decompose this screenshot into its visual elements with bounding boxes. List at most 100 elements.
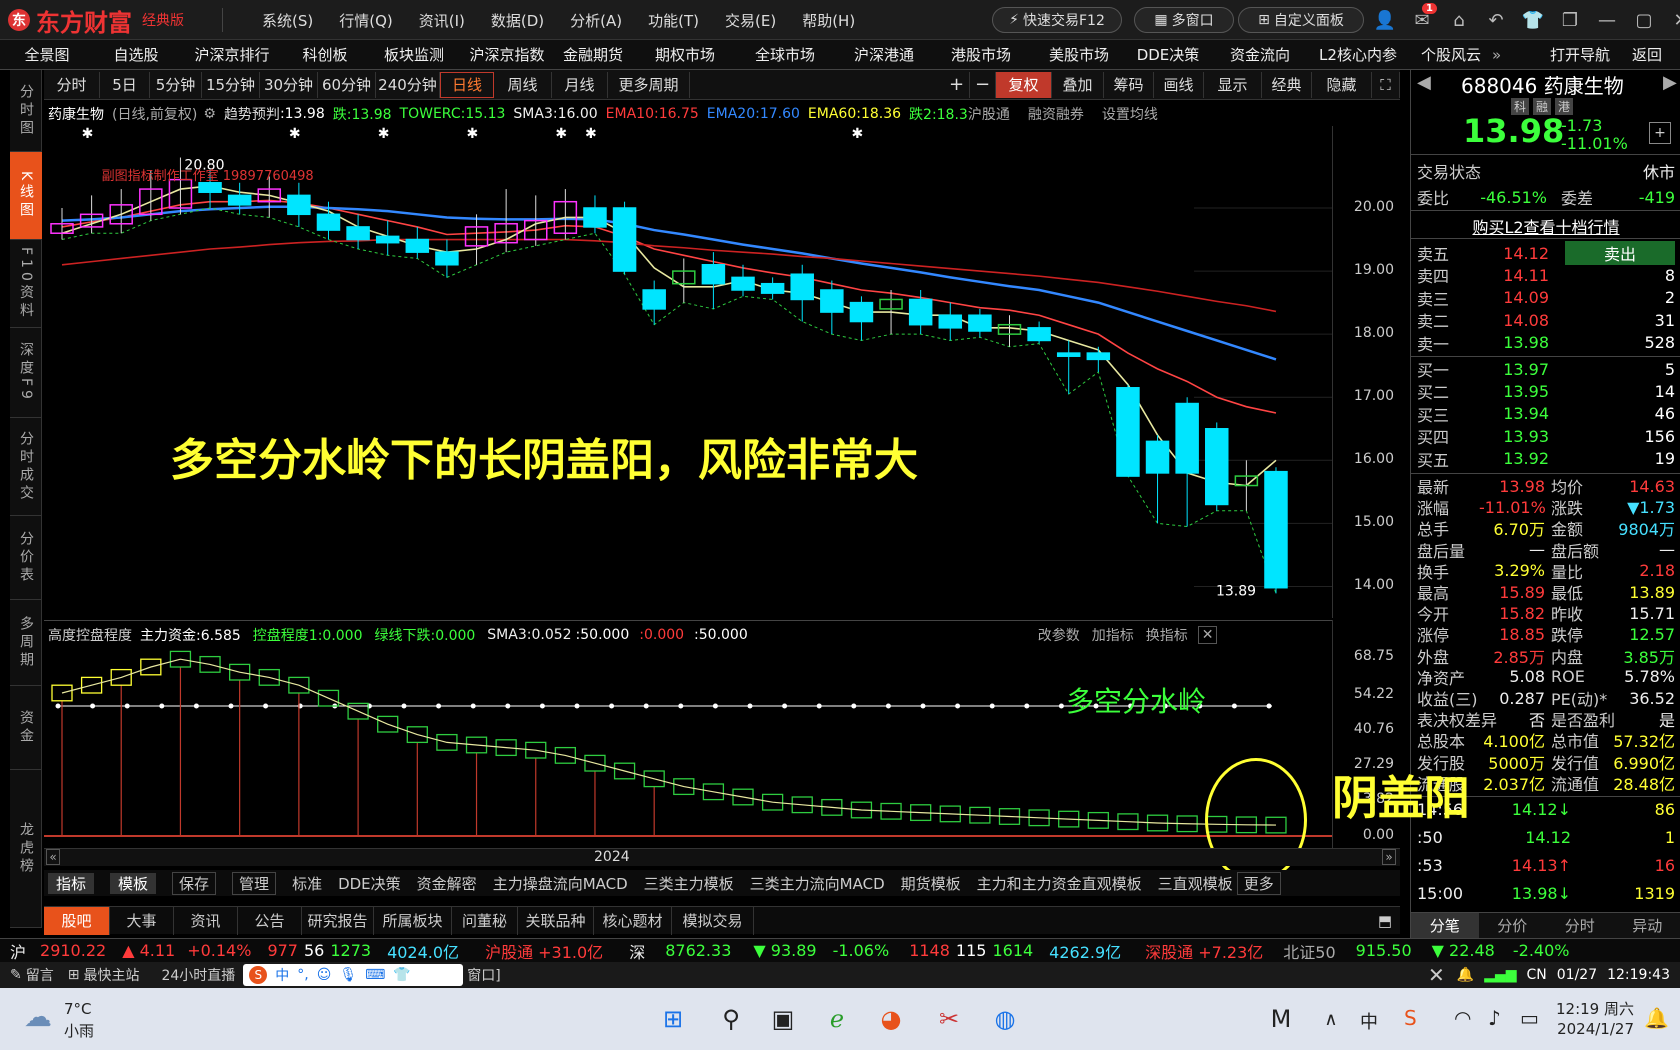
custom-panel-button[interactable]: ⊞ 自定义面板 bbox=[1238, 7, 1364, 33]
set-ma-link[interactable]: 设置均线 bbox=[1102, 104, 1158, 124]
sogou-tray-icon[interactable]: S bbox=[1404, 1006, 1417, 1030]
margin-link[interactable]: 融资融券 bbox=[1028, 104, 1084, 124]
multi-window-button[interactable]: ▦ 多窗口 bbox=[1134, 7, 1234, 33]
candle-body[interactable] bbox=[198, 182, 222, 193]
nav-item[interactable]: 沪深京指数 bbox=[464, 44, 550, 65]
candle-body[interactable] bbox=[346, 226, 370, 241]
open-nav-link[interactable]: 打开导航 bbox=[1550, 44, 1610, 65]
nav-item[interactable]: 沪深港通 bbox=[836, 44, 932, 65]
view-tab[interactable]: 分时成交 bbox=[10, 418, 42, 516]
close-icon[interactable]: ✕ bbox=[1428, 963, 1445, 987]
candle-body[interactable] bbox=[731, 276, 755, 291]
add-indicator-button[interactable]: 加指标 bbox=[1092, 625, 1134, 645]
period-tab[interactable]: 15分钟 bbox=[202, 71, 260, 98]
menu-item[interactable]: 分析(A) bbox=[570, 10, 622, 31]
quote-tab[interactable]: 分笔 bbox=[1411, 913, 1479, 938]
candle-body[interactable] bbox=[227, 194, 252, 206]
clock-date[interactable]: 2024/1/27 bbox=[1548, 1020, 1634, 1038]
undo-icon[interactable]: ↶ bbox=[1483, 7, 1509, 33]
menu-item[interactable]: 功能(T) bbox=[648, 10, 699, 31]
candle-body[interactable] bbox=[287, 194, 311, 216]
nav-item[interactable]: 期权市场 bbox=[636, 44, 734, 65]
candle-body[interactable] bbox=[583, 207, 607, 228]
browser-icon[interactable]: ℯ bbox=[818, 1000, 856, 1038]
template-tab[interactable]: 主力和主力资金直观模板 bbox=[977, 873, 1142, 894]
nav-item[interactable]: 港股市场 bbox=[932, 44, 1030, 65]
template-tab[interactable]: 三类主力模板 bbox=[644, 873, 734, 894]
eastmoney-icon[interactable]: ◕ bbox=[872, 1000, 910, 1038]
quote-tab[interactable]: 分价 bbox=[1479, 913, 1547, 938]
template-tab[interactable]: 期货模板 bbox=[901, 873, 961, 894]
nav-item[interactable]: 自选股 bbox=[94, 44, 178, 65]
home-icon[interactable]: ⌂ bbox=[1446, 7, 1472, 33]
quote-tab[interactable]: 分时 bbox=[1546, 913, 1614, 938]
candle-body[interactable] bbox=[849, 301, 874, 323]
template-tab[interactable]: 三类主力流向MACD bbox=[750, 873, 885, 894]
candle-body[interactable] bbox=[1264, 470, 1288, 589]
bottom-tab[interactable]: 所属板块 bbox=[374, 906, 452, 935]
candle-body[interactable] bbox=[612, 207, 637, 272]
candle-body[interactable] bbox=[405, 238, 430, 253]
template-tab[interactable]: 三直观模板 bbox=[1158, 873, 1233, 894]
candle-body[interactable] bbox=[642, 289, 666, 310]
candle-body[interactable] bbox=[1116, 387, 1140, 477]
battery-icon[interactable]: ▭ bbox=[1520, 1006, 1539, 1030]
template-tab[interactable]: DDE决策 bbox=[338, 873, 401, 894]
expand-icon[interactable]: ⬒ bbox=[1370, 907, 1400, 935]
template-tab[interactable]: 管理 bbox=[232, 871, 277, 895]
mail-icon[interactable]: ✉ 1 bbox=[1409, 3, 1437, 33]
chart-tool[interactable]: 经典 bbox=[1262, 71, 1312, 98]
template-tab[interactable]: 标准 bbox=[292, 873, 322, 894]
menu-item[interactable]: 数据(D) bbox=[491, 10, 544, 31]
nav-item[interactable]: 资金流向 bbox=[1208, 44, 1312, 65]
period-tab[interactable]: 30分钟 bbox=[260, 71, 318, 98]
candle-body[interactable] bbox=[1205, 428, 1229, 506]
period-tab[interactable]: 60分钟 bbox=[318, 71, 376, 98]
nav-item[interactable]: 全球市场 bbox=[734, 44, 836, 65]
user-icon[interactable]: 👤 bbox=[1372, 7, 1398, 33]
edit-params-button[interactable]: 改参数 bbox=[1038, 625, 1080, 645]
menu-item[interactable]: 交易(E) bbox=[725, 10, 776, 31]
view-tab[interactable]: 分价表 bbox=[10, 516, 42, 600]
chevron-up-icon[interactable]: ∧ bbox=[1312, 1000, 1350, 1038]
chart-tool[interactable]: 叠加 bbox=[1052, 71, 1104, 98]
menu-item[interactable]: 行情(Q) bbox=[339, 10, 393, 31]
back-link[interactable]: 返回 bbox=[1632, 44, 1662, 65]
nav-item[interactable]: 个股风云 bbox=[1404, 44, 1498, 65]
nav-item[interactable]: 美股市场 bbox=[1030, 44, 1128, 65]
tray-ime[interactable]: 中 bbox=[1360, 1008, 1378, 1034]
candle-body[interactable] bbox=[968, 314, 992, 332]
message-link[interactable]: 留言 bbox=[26, 965, 54, 985]
view-tab[interactable]: 分时图 bbox=[10, 70, 42, 152]
close-icon[interactable]: ✕ bbox=[1668, 7, 1680, 33]
candle-body[interactable] bbox=[760, 282, 785, 294]
time-scrollbar[interactable]: « 2024 » bbox=[44, 848, 1400, 866]
volume-icon[interactable]: ♪ bbox=[1488, 1006, 1501, 1030]
zoom-out-icon[interactable]: − bbox=[970, 71, 996, 98]
template-tab[interactable]: 更多 bbox=[1236, 871, 1281, 895]
quick-trade-button[interactable]: ⚡ 快速交易F12 bbox=[992, 7, 1122, 33]
live-news-link[interactable]: 24小时直播 bbox=[161, 965, 235, 985]
minimize-icon[interactable]: — bbox=[1594, 7, 1620, 33]
period-tab[interactable]: 分时 bbox=[44, 71, 100, 98]
scroll-right-icon[interactable]: » bbox=[1382, 849, 1396, 865]
nav-item[interactable]: 沪深京排行 bbox=[178, 44, 286, 65]
period-tab[interactable]: 更多周期 bbox=[608, 71, 690, 98]
template-tab[interactable]: 模板 bbox=[110, 872, 157, 894]
wifi-icon[interactable]: ◠ bbox=[1454, 1006, 1471, 1030]
nav-more-icon[interactable]: » bbox=[1492, 46, 1501, 64]
nav-item[interactable]: 金融期货 bbox=[550, 44, 636, 65]
bottom-tab[interactable]: 大事 bbox=[110, 906, 174, 935]
switch-indicator-button[interactable]: 换指标 bbox=[1146, 625, 1188, 645]
search-icon[interactable]: ⚲ bbox=[712, 1000, 750, 1038]
nav-item[interactable]: 科创板 bbox=[286, 44, 364, 65]
view-tab[interactable]: 龙虎榜 bbox=[10, 770, 42, 928]
app-m-icon[interactable]: M bbox=[1262, 1000, 1300, 1038]
candle-body[interactable] bbox=[1027, 327, 1051, 342]
restore-icon[interactable]: ❐ bbox=[1557, 7, 1583, 33]
nav-item[interactable]: 全景图 bbox=[0, 44, 94, 65]
kline-chart[interactable]: ✱ ✱ ✱ ✱ ✱ ✱ ✱20.8013.89副图指标制作工作室 19897760498 bbox=[44, 126, 1332, 618]
candle-body[interactable] bbox=[938, 314, 963, 329]
chart-tool[interactable]: 隐藏 bbox=[1312, 71, 1372, 98]
period-tab[interactable]: 周线 bbox=[494, 71, 552, 98]
